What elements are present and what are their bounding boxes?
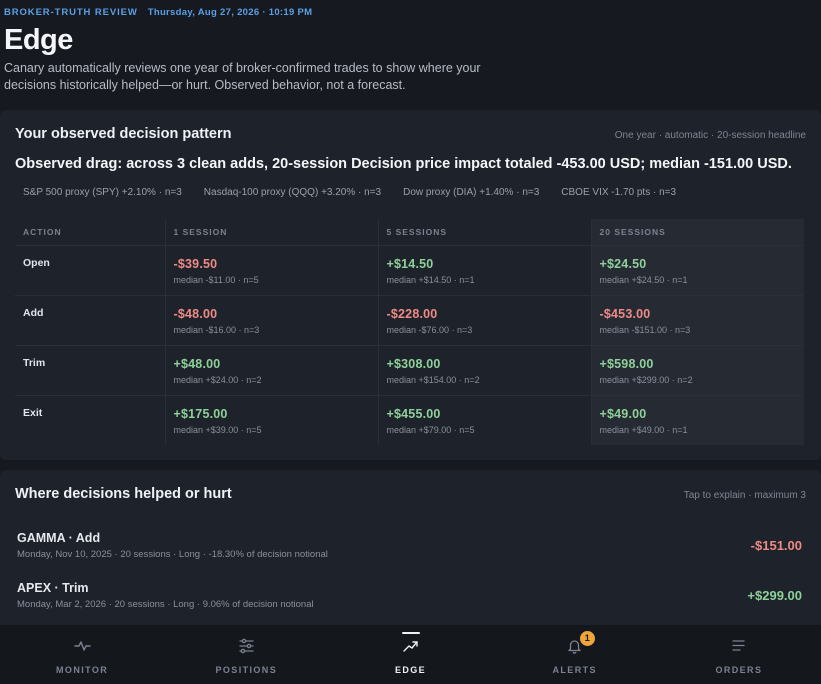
impact-cell: -$48.00 median -$16.00 · n=3 — [164, 294, 378, 345]
impact-median: median +$14.50 · n=1 — [386, 274, 475, 285]
table-row: Exit +$175.00 median +$39.00 · n=5 +$455.00… — [15, 394, 804, 445]
proxy-vix: CBOE VIX -1.70 pts · n=3 — [561, 187, 677, 198]
decision-name: APEX · Trim — [17, 580, 89, 595]
tab-label: POSITIONS — [215, 665, 278, 675]
impact-median: median +$299.00 · n=2 — [599, 374, 693, 385]
impact-cell: -$453.00 median -$151.00 · n=3 — [590, 294, 804, 345]
impact-cell: +$49.00 median +$49.00 · n=1 — [590, 394, 804, 445]
impact-median: median +$79.00 · n=5 — [386, 424, 475, 435]
impact-median: median +$24.50 · n=1 — [599, 274, 688, 285]
impact-value: +$49.00 — [599, 406, 647, 421]
decision-list-item[interactable]: GAMMA · Add Monday, Nov 10, 2025 · 20 se… — [0, 520, 821, 570]
impact-cell: -$39.50 median -$11.00 · n=5 — [164, 244, 378, 295]
table-row: Add -$48.00 median -$16.00 · n=3 -$228.00 me… — [15, 294, 804, 345]
eyebrow-date: Thursday, Aug 27, 2026 · 10:19 PM — [147, 7, 313, 18]
impact-value: +$14.50 — [386, 256, 434, 271]
tab-monitor[interactable]: MONITOR — [0, 625, 164, 684]
tab-positions[interactable]: POSITIONS — [164, 625, 328, 684]
action-cell: Trim — [15, 344, 165, 395]
impact-median: median -$11.00 · n=5 — [173, 274, 259, 285]
impact-value: -$48.00 — [173, 306, 218, 321]
table-header-row: ACTION 1 SESSION 5 SESSIONS 20 SESSIONS — [15, 219, 804, 245]
pulse-icon — [73, 637, 91, 659]
impact-cell: +$48.00 median +$24.00 · n=2 — [164, 344, 378, 395]
decision-name: GAMMA · Add — [17, 530, 101, 545]
tab-label: ORDERS — [715, 665, 763, 675]
proxy-qqq: Nasdaq-100 proxy (QQQ) +3.20% · n=3 — [203, 187, 382, 198]
action-cell: Open — [15, 244, 165, 295]
impact-value: +$24.50 — [599, 256, 647, 271]
impact-median: median +$49.00 · n=1 — [599, 424, 688, 435]
column-header-20-sessions: 20 SESSIONS — [590, 219, 804, 245]
impact-value: +$175.00 — [173, 406, 228, 421]
decision-details: Monday, Nov 10, 2025 · 20 sessions · Lon… — [17, 548, 328, 560]
tab-label: ALERTS — [552, 665, 597, 675]
impact-cell: +$308.00 median +$154.00 · n=2 — [377, 344, 591, 395]
impact-median: median +$154.00 · n=2 — [386, 374, 480, 385]
bottom-tab-bar: MONITOR POSITIONS EDGE ALERTS 1 ORDERS — [0, 625, 821, 684]
impact-value: +$598.00 — [599, 356, 654, 371]
tab-orders[interactable]: ORDERS — [657, 625, 821, 684]
action-label: Exit — [23, 406, 43, 419]
action-cell: Add — [15, 294, 165, 345]
page-header: BROKER-TRUTH REVIEW Thursday, Aug 27, 20… — [0, 0, 821, 94]
decision-list-item[interactable]: APEX · Trim Monday, Mar 2, 2026 · 20 ses… — [0, 570, 821, 620]
impact-cell: +$598.00 median +$299.00 · n=2 — [590, 344, 804, 395]
tab-edge[interactable]: EDGE — [328, 625, 492, 684]
impact-median: median +$24.00 · n=2 — [173, 374, 262, 385]
observed-drag-headline: Observed drag: across 3 clean adds, 20-s… — [15, 156, 792, 172]
decision-info: GAMMA · Add Monday, Nov 10, 2025 · 20 se… — [17, 531, 328, 560]
decision-impact-table: ACTION 1 SESSION 5 SESSIONS 20 SESSIONS … — [15, 219, 804, 445]
column-header-5-sessions: 5 SESSIONS — [377, 219, 591, 245]
tab-label: EDGE — [394, 665, 427, 675]
helped-or-hurt-card: Where decisions helped or hurt Tap to ex… — [0, 470, 821, 630]
impact-value: +$455.00 — [386, 406, 441, 421]
decision-info: APEX · Trim Monday, Mar 2, 2026 · 20 ses… — [17, 581, 314, 610]
impact-cell: +$24.50 median +$24.50 · n=1 — [590, 244, 804, 295]
decision-pattern-meta: One year · automatic · 20-session headli… — [614, 130, 806, 141]
decision-amount: +$299.00 — [747, 587, 802, 603]
action-cell: Exit — [15, 394, 165, 445]
impact-median: median -$16.00 · n=3 — [173, 324, 260, 335]
page-subtitle: Canary automatically reviews one year of… — [4, 61, 481, 92]
eyebrow: BROKER-TRUTH REVIEW Thursday, Aug 27, 20… — [4, 7, 817, 18]
tab-alerts[interactable]: ALERTS 1 — [493, 625, 657, 684]
table-row: Open -$39.50 median -$11.00 · n=5 +$14.50 me… — [15, 244, 804, 295]
helped-or-hurt-meta: Tap to explain · maximum 3 — [683, 490, 806, 501]
page-title: Edge — [4, 24, 73, 56]
impact-cell: +$455.00 median +$79.00 · n=5 — [377, 394, 591, 445]
impact-value: -$228.00 — [386, 306, 438, 321]
helped-or-hurt-title: Where decisions helped or hurt — [15, 486, 232, 502]
proxy-spy: S&P 500 proxy (SPY) +2.10% · n=3 — [23, 187, 182, 198]
decision-list: GAMMA · Add Monday, Nov 10, 2025 · 20 se… — [0, 520, 821, 620]
trend-up-icon — [402, 637, 419, 659]
impact-median: median -$76.00 · n=3 — [386, 324, 473, 335]
decision-pattern-card: Your observed decision pattern One year … — [0, 110, 821, 460]
alerts-count-badge: 1 — [579, 631, 595, 646]
impact-value: +$308.00 — [386, 356, 441, 371]
impact-value: -$39.50 — [173, 256, 218, 271]
action-label: Open — [23, 256, 50, 269]
impact-value: +$48.00 — [173, 356, 221, 371]
benchmark-proxies: S&P 500 proxy (SPY) +2.10% · n=3 Nasdaq-… — [0, 172, 821, 198]
list-icon — [730, 637, 747, 659]
impact-cell: -$228.00 median -$76.00 · n=3 — [377, 294, 591, 345]
decision-amount: -$151.00 — [750, 537, 802, 553]
table-row: Trim +$48.00 median +$24.00 · n=2 +$308.00 m… — [15, 344, 804, 395]
column-header-action: ACTION — [23, 226, 62, 237]
sliders-icon — [238, 637, 255, 659]
tab-label: MONITOR — [56, 665, 109, 675]
impact-value: -$453.00 — [599, 306, 651, 321]
decision-details: Monday, Mar 2, 2026 · 20 sessions · Long… — [17, 598, 314, 610]
impact-cell: +$14.50 median +$14.50 · n=1 — [377, 244, 591, 295]
eyebrow-label: BROKER-TRUTH REVIEW — [4, 7, 138, 18]
impact-cell: +$175.00 median +$39.00 · n=5 — [164, 394, 378, 445]
decision-pattern-title: Your observed decision pattern — [15, 126, 232, 142]
action-label: Add — [23, 306, 44, 319]
proxy-dia: Dow proxy (DIA) +1.40% · n=3 — [403, 187, 540, 198]
action-label: Trim — [23, 356, 46, 369]
impact-median: median +$39.00 · n=5 — [173, 424, 262, 435]
impact-median: median -$151.00 · n=3 — [599, 324, 691, 335]
column-header-1-session: 1 SESSION — [164, 219, 378, 245]
